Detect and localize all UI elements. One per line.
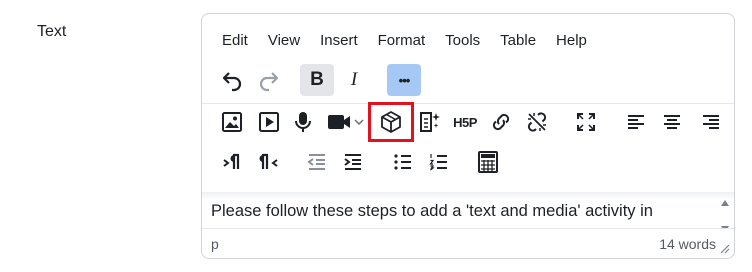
microphone-icon	[295, 112, 311, 132]
paragraph-rtl-icon	[259, 153, 278, 169]
h5p-button[interactable]: H5P	[448, 106, 482, 138]
align-center-button[interactable]	[655, 106, 689, 138]
bullet-list-button[interactable]	[386, 146, 420, 178]
menu-format[interactable]: Format	[368, 32, 436, 49]
align-left-button[interactable]	[619, 106, 653, 138]
editor-statusbar: p 14 words	[202, 228, 734, 258]
image-icon	[222, 112, 242, 132]
bullet-list-icon	[394, 154, 411, 170]
insert-link-button[interactable]	[484, 106, 518, 138]
unlink-button[interactable]	[520, 106, 554, 138]
menu-edit[interactable]: Edit	[212, 32, 258, 49]
menu-tools[interactable]: Tools	[435, 32, 490, 49]
video-camera-icon	[328, 115, 364, 129]
element-path[interactable]: p	[211, 236, 219, 252]
numbered-list-button[interactable]	[422, 146, 456, 178]
align-center-icon	[664, 115, 680, 129]
paragraph-ltr-icon	[223, 153, 240, 169]
align-right-icon	[703, 115, 719, 129]
italic-button[interactable]: I	[337, 64, 371, 96]
cube-icon	[381, 111, 401, 133]
link-icon	[492, 113, 510, 131]
undo-icon	[222, 72, 242, 92]
ltr-direction-button[interactable]	[215, 146, 249, 178]
redo-icon	[259, 72, 279, 92]
redo-button[interactable]	[252, 64, 286, 96]
field-label: Text	[37, 23, 67, 40]
document-sparkle-icon	[420, 112, 440, 132]
menu-table[interactable]: Table	[490, 32, 546, 49]
equation-editor-button[interactable]	[471, 146, 505, 178]
numbered-list-icon	[429, 154, 447, 171]
record-video-button[interactable]	[322, 106, 370, 138]
outdent-icon	[307, 154, 325, 170]
menu-view[interactable]: View	[258, 32, 310, 49]
more-tools-button[interactable]: •••	[387, 64, 421, 96]
word-count[interactable]: 14 words	[659, 236, 716, 252]
menu-help[interactable]: Help	[546, 32, 597, 49]
align-left-icon	[628, 115, 644, 129]
insert-image-button[interactable]	[215, 106, 249, 138]
bold-button[interactable]: B	[300, 64, 334, 96]
content-line: Please follow these steps to add a 'text…	[211, 202, 653, 220]
play-video-icon	[259, 112, 279, 132]
undo-button[interactable]	[215, 64, 249, 96]
insert-media-button[interactable]	[252, 106, 286, 138]
outdent-button[interactable]	[300, 146, 334, 178]
indent-button[interactable]	[336, 146, 370, 178]
menu-insert[interactable]: Insert	[310, 32, 368, 49]
align-right-button[interactable]	[694, 106, 728, 138]
calculator-icon	[478, 151, 498, 173]
fullscreen-icon	[577, 113, 595, 131]
resize-handle-icon[interactable]	[720, 244, 730, 254]
content-bank-button[interactable]	[368, 102, 414, 142]
indent-icon	[344, 154, 361, 170]
rich-text-editor: Edit View Insert Format Tools Table Help…	[201, 13, 735, 259]
editor-menubar: Edit View Insert Format Tools Table Help	[212, 32, 597, 49]
unlink-icon	[527, 112, 547, 132]
ai-assist-button[interactable]	[412, 106, 446, 138]
record-audio-button[interactable]	[286, 106, 320, 138]
fullscreen-button[interactable]	[569, 106, 603, 138]
rtl-direction-button[interactable]	[252, 146, 286, 178]
toolbar-divider	[202, 103, 734, 104]
